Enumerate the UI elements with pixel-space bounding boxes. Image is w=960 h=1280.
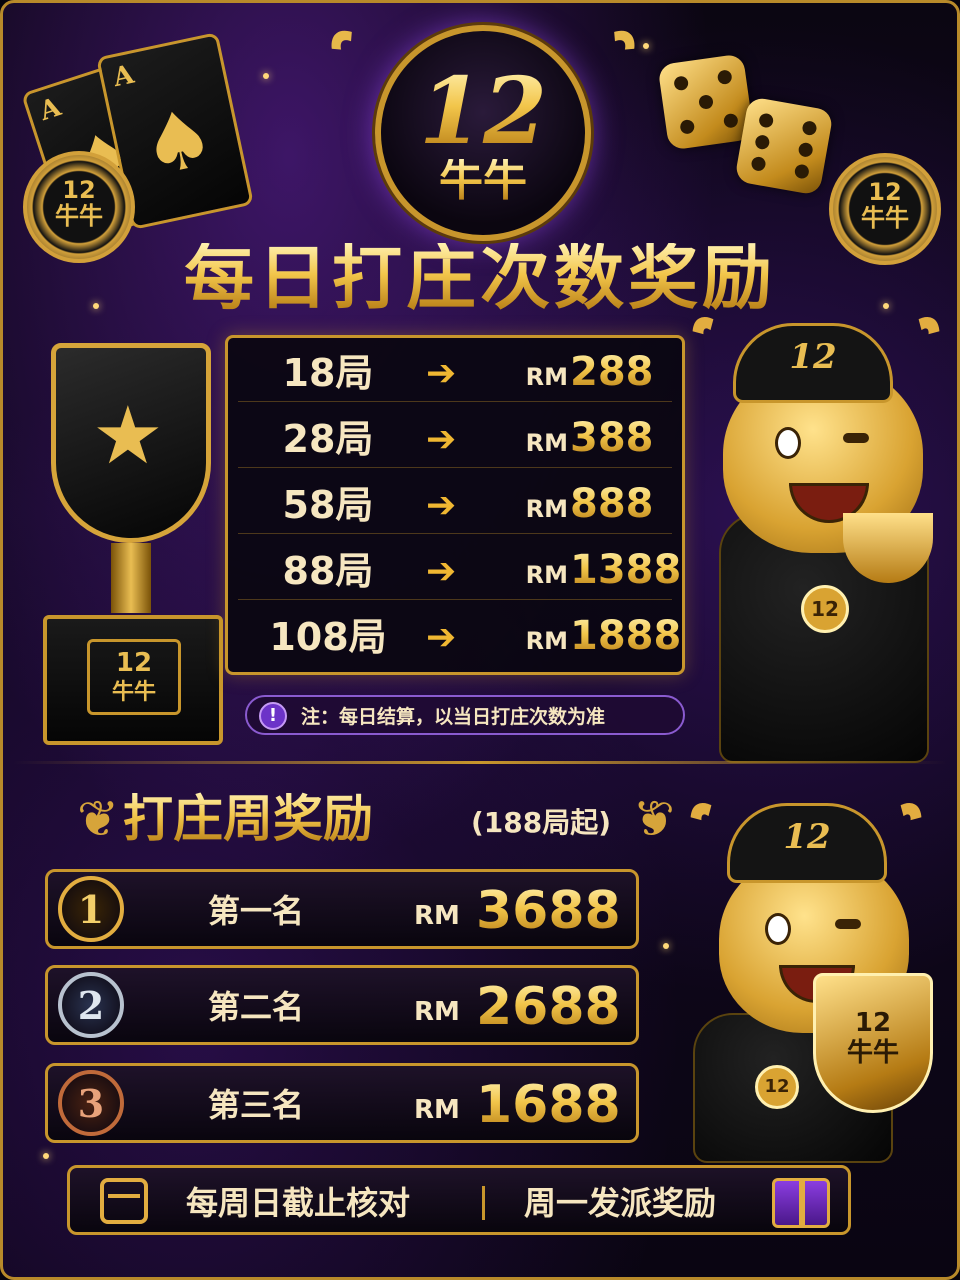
promo-poster: A ♠ A ♠ 12 牛牛 12 牛牛 12 牛牛 每日打庄次数奖励 ★ 12 … xyxy=(0,0,960,1280)
spade-icon: ♠ xyxy=(133,89,223,196)
rank-amount: 1688 xyxy=(476,1075,621,1135)
reward-amount: 1888 xyxy=(570,613,682,659)
games-count: 18局 xyxy=(282,351,374,395)
table-row: 108局 ➔ RM 1888 xyxy=(238,608,681,666)
currency-label: RM xyxy=(414,997,460,1027)
footer-separator xyxy=(482,1186,485,1220)
gold-trophy: 12 牛牛 xyxy=(813,973,933,1113)
currency-label: RM xyxy=(525,429,568,457)
sparkle xyxy=(263,73,269,79)
trophy-label: 12 牛牛 xyxy=(87,639,181,715)
arrow-right-icon: ➔ xyxy=(426,617,457,658)
note-text: 注：每日结算，以当日打庄次数为准 xyxy=(301,706,606,728)
medal-badge: 12 xyxy=(801,585,849,633)
rank-badge-silver: 2 xyxy=(58,972,124,1038)
bull-mascot: 12 12 xyxy=(681,303,953,763)
medal-badge: 12 xyxy=(755,1065,799,1109)
trophy: ★ xyxy=(51,343,211,543)
rank-name: 第二名 xyxy=(208,988,305,1026)
bull-mascot: 12 12 12 牛牛 xyxy=(663,793,953,1163)
table-row: 88局 ➔ RM 1388 xyxy=(238,542,681,600)
rank-amount: 2688 xyxy=(476,977,621,1037)
table-row: 28局 ➔ RM 388 xyxy=(238,410,672,468)
arrow-right-icon: ➔ xyxy=(426,353,457,394)
daily-reward-table: 18局 ➔ RM 288 28局 ➔ RM 388 58局 ➔ RM 888 8… xyxy=(225,335,685,675)
currency-label: RM xyxy=(525,561,568,589)
card-rank: A xyxy=(36,92,65,127)
currency-label: RM xyxy=(414,901,460,931)
games-count: 28局 xyxy=(282,417,374,461)
games-count: 58局 xyxy=(282,483,374,527)
rank-badge-bronze: 3 xyxy=(58,1070,124,1136)
currency-label: RM xyxy=(525,495,568,523)
settlement-note: ! 注：每日结算，以当日打庄次数为准 xyxy=(245,695,685,735)
footer-deadline-text: 每周日截止核对 xyxy=(186,1184,411,1222)
dice xyxy=(657,53,755,151)
dice xyxy=(734,96,834,196)
rank-row-second: 2 第二名 RM 2688 xyxy=(45,965,639,1045)
trophy-base: 12 牛牛 xyxy=(43,615,223,745)
currency-label: RM xyxy=(525,627,568,655)
table-row: 58局 ➔ RM 888 xyxy=(238,476,672,534)
rank-amount: 3688 xyxy=(476,881,621,941)
weekly-title: 打庄周奖励 xyxy=(123,790,373,848)
arrow-right-icon: ➔ xyxy=(426,419,457,460)
card-rank: A xyxy=(110,59,137,94)
sparkle xyxy=(643,43,649,49)
logo-number: 12 xyxy=(381,65,585,157)
mascot-cap: 12 xyxy=(733,323,893,403)
rank-row-third: 3 第三名 RM 1688 xyxy=(45,1063,639,1143)
rank-name: 第三名 xyxy=(208,1086,305,1124)
weekly-subtitle: (188局起) xyxy=(471,806,612,839)
star-icon: ★ xyxy=(92,389,164,482)
info-icon: ! xyxy=(259,702,287,730)
calendar-icon xyxy=(100,1178,148,1224)
rank-name: 第一名 xyxy=(208,892,305,930)
currency-label: RM xyxy=(414,1095,460,1125)
table-row: 18局 ➔ RM 288 xyxy=(238,344,672,402)
brand-logo: 12 牛牛 xyxy=(375,25,591,241)
gift-icon xyxy=(772,1178,830,1228)
arrow-right-icon: ➔ xyxy=(426,551,457,592)
rank-row-first: 1 第一名 RM 3688 xyxy=(45,869,639,949)
logo-text: 牛牛 xyxy=(381,159,585,203)
games-count: 88局 xyxy=(282,549,374,593)
games-count: 108局 xyxy=(269,615,387,659)
laurel-icon: ❦ xyxy=(77,790,119,848)
reward-amount: 288 xyxy=(570,349,654,395)
section-divider xyxy=(13,761,947,764)
mascot-cap: 12 xyxy=(727,803,887,883)
rank-badge-gold: 1 xyxy=(58,876,124,942)
sparkle xyxy=(43,1153,49,1159)
reward-amount: 388 xyxy=(570,415,654,461)
currency-label: RM xyxy=(525,363,568,391)
footer-payout-text: 周一发派奖励 xyxy=(524,1184,717,1222)
reward-amount: 1388 xyxy=(570,547,682,593)
trophy-stem xyxy=(111,543,151,613)
arrow-right-icon: ➔ xyxy=(426,485,457,526)
reward-amount: 888 xyxy=(570,481,654,527)
footer-banner: 每周日截止核对 周一发派奖励 xyxy=(67,1165,851,1235)
